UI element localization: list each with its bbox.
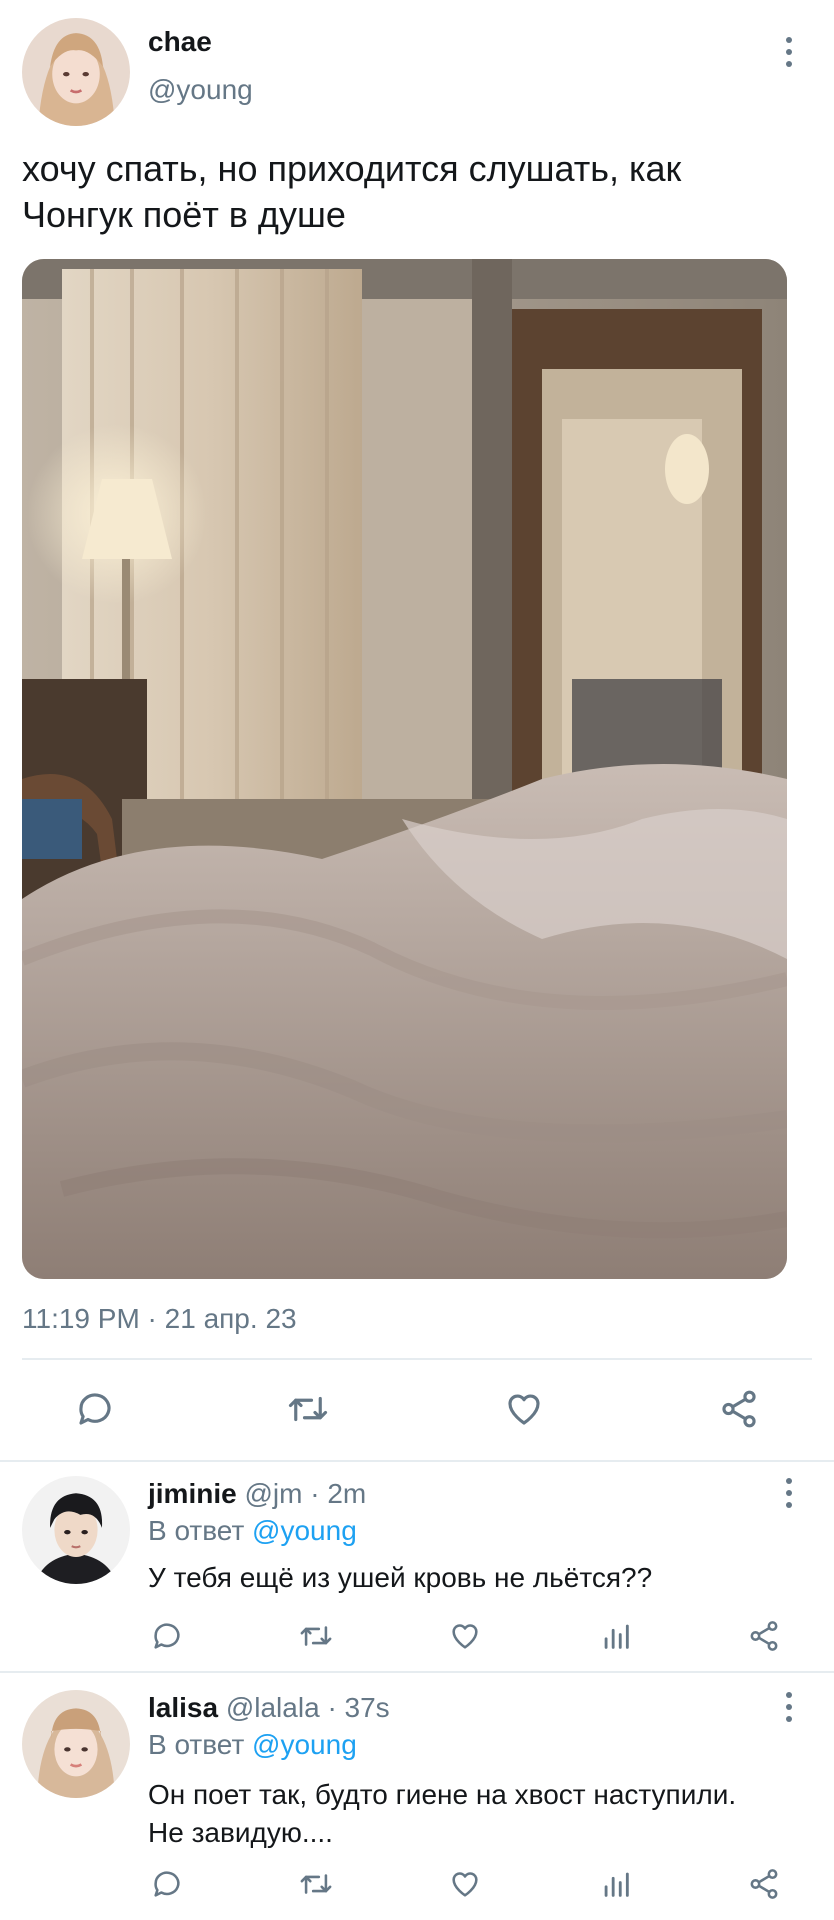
author-avatar[interactable] <box>22 18 130 126</box>
reply-time: · 37s <box>327 1692 390 1723</box>
analytics-icon[interactable] <box>599 1619 633 1653</box>
retweet-icon[interactable] <box>285 1388 331 1430</box>
tweet-timestamp: 11:19 PM · 21 апр. 23 <box>22 1303 297 1334</box>
divider-actions <box>0 1460 834 1462</box>
divider-timestamp <box>22 1358 812 1360</box>
avatar-image <box>22 1476 130 1584</box>
reply-time: · 2m <box>310 1478 367 1509</box>
reply-icon[interactable] <box>150 1867 184 1901</box>
reply-to-mention[interactable]: @young <box>252 1729 357 1760</box>
analytics-icon[interactable] <box>599 1867 633 1901</box>
share-icon[interactable] <box>717 1388 761 1430</box>
share-icon[interactable] <box>747 1867 781 1901</box>
divider-reply-1 <box>0 1671 834 1673</box>
like-icon[interactable] <box>448 1867 482 1901</box>
reply-to-prefix: В ответ <box>148 1515 245 1546</box>
like-icon[interactable] <box>502 1388 546 1430</box>
retweet-icon[interactable] <box>297 1619 335 1653</box>
avatar-image <box>22 18 130 126</box>
reply-to-prefix: В ответ <box>148 1729 245 1760</box>
more-options-icon[interactable] <box>774 1687 804 1727</box>
reply-text: У тебя ещё из ушей кровь не льётся?? <box>148 1562 653 1593</box>
reply-to-line: В ответ @young <box>148 1729 357 1761</box>
reply-to-line: В ответ @young <box>148 1515 357 1547</box>
tweet-text-line-1: хочу спать, но приходится слушать, как <box>22 148 682 189</box>
reply-icon[interactable] <box>150 1619 184 1653</box>
author-name[interactable]: chae <box>148 26 212 58</box>
author-handle[interactable]: @young <box>148 74 253 106</box>
tweet-text-line-2: Чонгук поёт в душе <box>22 194 346 235</box>
reply-text: Он поет так, будто гиене на хвост наступ… <box>148 1776 736 1852</box>
bedroom-photo <box>22 259 787 1279</box>
more-options-icon[interactable] <box>774 1473 804 1513</box>
more-options-icon[interactable] <box>774 32 804 72</box>
reply-avatar-jiminie[interactable] <box>22 1476 130 1584</box>
retweet-icon[interactable] <box>297 1867 335 1901</box>
reply-text-line-1: Он поет так, будто гиене на хвост наступ… <box>148 1779 737 1810</box>
avatar-image <box>22 1690 130 1798</box>
like-icon[interactable] <box>448 1619 482 1653</box>
reply-avatar-lalisa[interactable] <box>22 1690 130 1798</box>
tweet-image[interactable] <box>22 259 787 1279</box>
tweet-text: хочу спать, но приходится слушать, как Ч… <box>22 146 822 238</box>
reply-header: jiminie @jm · 2m <box>148 1478 366 1510</box>
share-icon[interactable] <box>747 1619 781 1653</box>
reply-author-handle[interactable]: @lalala <box>226 1692 320 1723</box>
reply-author-name[interactable]: jiminie <box>148 1478 237 1509</box>
reply-header: lalisa @lalala · 37s <box>148 1692 390 1724</box>
reply-author-handle[interactable]: @jm <box>244 1478 302 1509</box>
reply-author-name[interactable]: lalisa <box>148 1692 218 1723</box>
reply-text-line-2: Не завидую.... <box>148 1817 333 1848</box>
reply-to-mention[interactable]: @young <box>252 1515 357 1546</box>
reply-icon[interactable] <box>74 1388 116 1430</box>
